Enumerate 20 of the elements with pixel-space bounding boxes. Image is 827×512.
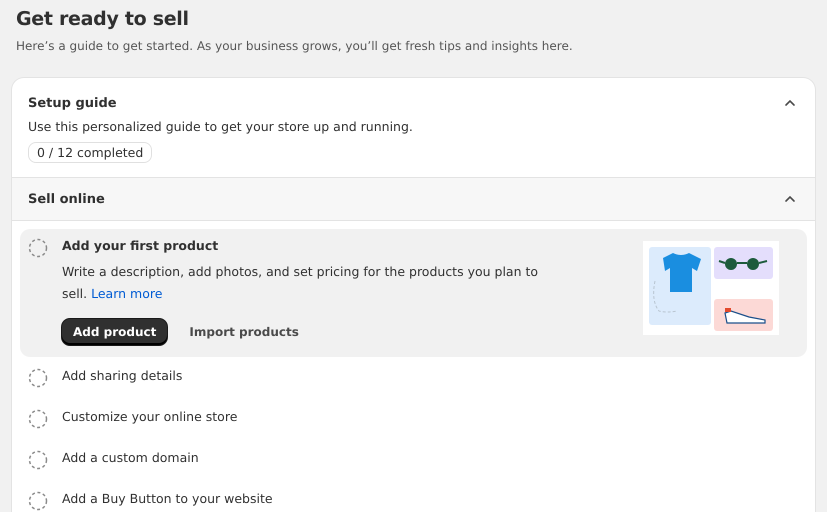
dashed-circle-icon[interactable] xyxy=(28,368,48,388)
import-products-button[interactable]: Import products xyxy=(177,319,311,345)
task-description: Write a description, add photos, and set pricing for the products you plan to sell. Learn more xyxy=(62,263,540,303)
setup-guide-title: Setup guide xyxy=(28,96,117,110)
dashed-circle-icon[interactable] xyxy=(28,238,48,258)
setup-guide-description: Use this personalized guide to get your store up and running. xyxy=(28,118,414,136)
task-title[interactable]: Add a custom domain xyxy=(62,449,199,467)
add-product-button[interactable]: Add product xyxy=(62,319,168,345)
dashed-circle-icon[interactable] xyxy=(28,491,48,511)
task-title[interactable]: Add sharing details xyxy=(62,367,182,385)
page-subtitle: Here’s a guide to get started. As your business grows, you’ll get fresh tips and insights here. xyxy=(16,38,574,54)
page-title: Get ready to sell xyxy=(16,7,190,32)
dashed-circle-icon[interactable] xyxy=(28,450,48,470)
progress-badge: 0 / 12 completed xyxy=(28,142,152,163)
dashed-circle-icon[interactable] xyxy=(28,409,48,429)
task-title[interactable]: Customize your online store xyxy=(62,408,238,426)
task-title[interactable]: Add your first product xyxy=(62,237,218,255)
learn-more-link[interactable]: Learn more xyxy=(91,286,162,301)
task-title[interactable]: Add a Buy Button to your website xyxy=(62,490,273,508)
section-title: Sell online xyxy=(28,192,105,206)
